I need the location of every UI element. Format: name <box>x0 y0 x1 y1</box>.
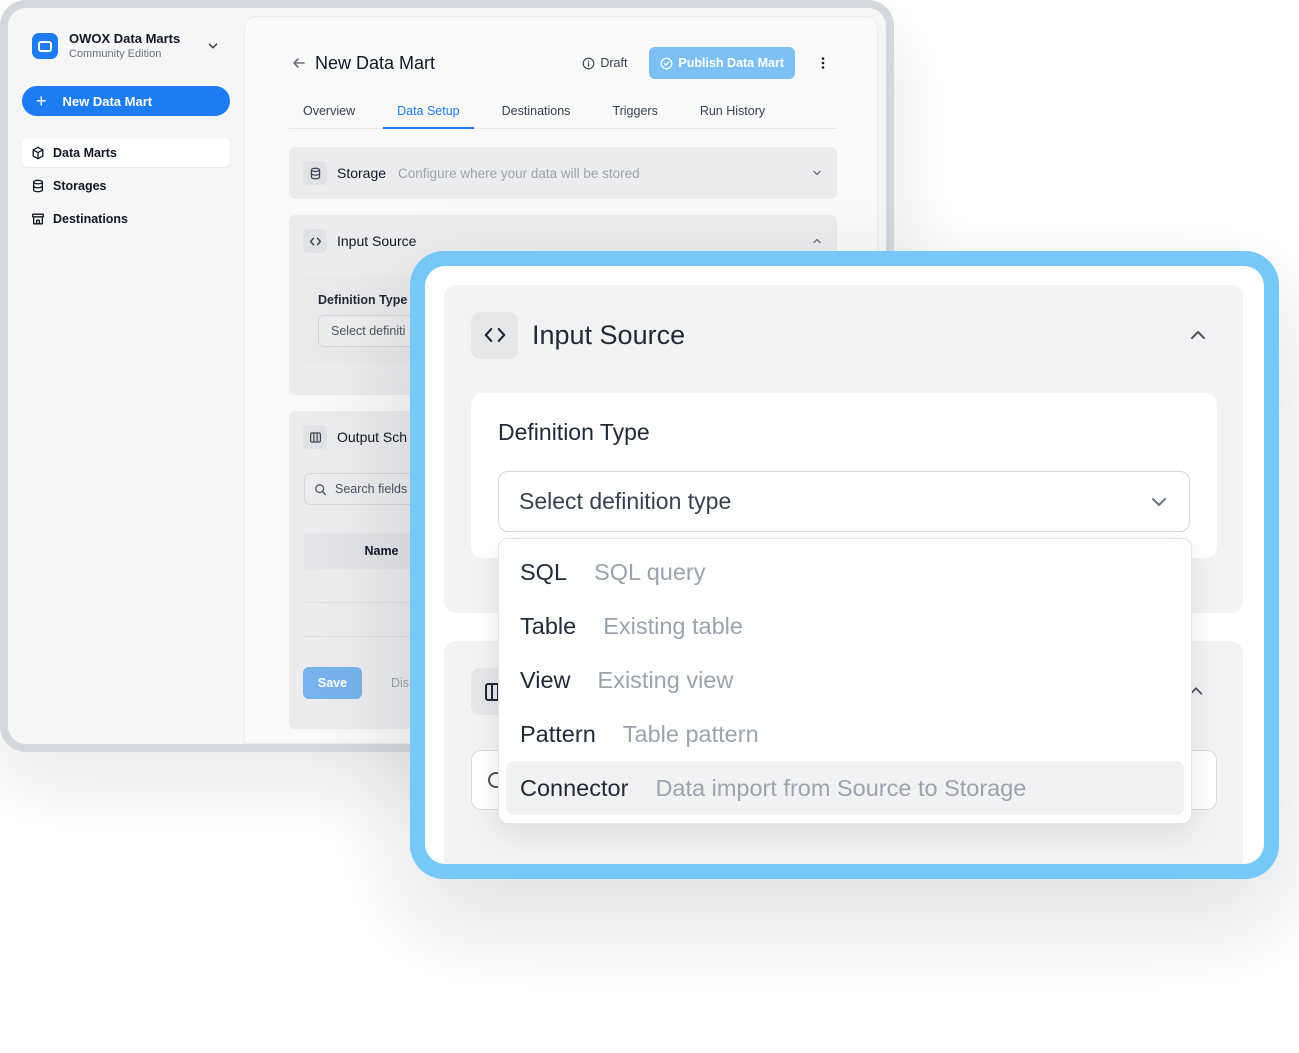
definition-type-label: Definition Type <box>318 293 408 307</box>
check-circle-icon <box>661 57 673 69</box>
option-name: Table <box>520 612 577 639</box>
owox-logo-icon <box>32 33 58 59</box>
table-row <box>304 569 424 603</box>
tab-bar: Overview Data Setup Destinations Trigger… <box>289 93 837 129</box>
storage-panel[interactable]: Storage Configure where your data will b… <box>289 147 837 199</box>
option-description: Existing view <box>597 666 734 693</box>
storage-description: Configure where your data will be stored <box>398 165 640 181</box>
option-description: SQL query <box>594 558 706 585</box>
chevron-up-icon[interactable] <box>1188 325 1208 345</box>
tab-triggers[interactable]: Triggers <box>598 93 671 129</box>
sidebar-item-data-marts[interactable]: Data Marts <box>22 138 230 167</box>
definition-card-zoomed: Definition Type Select definition type <box>471 393 1217 558</box>
option-name: SQL <box>520 558 568 585</box>
plus-icon: + <box>36 91 47 111</box>
search-icon <box>315 483 327 495</box>
save-button[interactable]: Save <box>303 667 362 699</box>
select-placeholder: Select definition type <box>519 488 732 514</box>
input-source-title: Input Source <box>532 319 686 350</box>
option-description: Table pattern <box>622 720 759 747</box>
more-vertical-icon[interactable] <box>815 55 831 71</box>
tab-destinations[interactable]: Destinations <box>488 93 585 129</box>
table-row <box>304 603 424 637</box>
tab-run-history[interactable]: Run History <box>686 93 779 129</box>
chevron-down-icon <box>208 43 218 49</box>
new-data-mart-label: New Data Mart <box>62 93 153 109</box>
columns-icon <box>303 425 327 449</box>
publish-label: Publish Data Mart <box>678 56 784 70</box>
zoom-callout: Input Source Definition Type Select defi… <box>425 266 1264 864</box>
input-source-title: Input Source <box>337 233 417 249</box>
sidebar-item-storages[interactable]: Storages <box>22 171 230 200</box>
status-label: Draft <box>600 56 628 70</box>
column-header-name: Name <box>304 533 424 569</box>
new-data-mart-button[interactable]: + New Data Mart <box>22 86 230 116</box>
option-view[interactable]: View Existing view <box>506 653 1184 707</box>
code-icon <box>303 229 327 253</box>
option-name: Pattern <box>520 720 596 747</box>
definition-type-select[interactable]: Select definition type <box>498 471 1190 532</box>
database-icon <box>303 161 327 185</box>
app-name: OWOX Data Marts <box>69 31 181 46</box>
tab-overview[interactable]: Overview <box>289 93 369 129</box>
option-name: Connector <box>520 774 629 801</box>
output-schema-title: Output Sch <box>337 429 408 445</box>
zoom-callout-frame: Input Source Definition Type Select defi… <box>410 251 1279 879</box>
code-icon <box>471 311 518 359</box>
workspace-switcher[interactable]: OWOX Data Marts Community Edition <box>22 24 230 68</box>
store-icon <box>32 213 44 224</box>
option-connector[interactable]: Connector Data import from Source to Sto… <box>506 761 1184 815</box>
tab-data-setup[interactable]: Data Setup <box>383 93 474 129</box>
arrow-left-icon[interactable] <box>291 55 307 71</box>
input-source-header-zoomed[interactable]: Input Source <box>471 311 1216 359</box>
option-description: Data import from Source to Storage <box>655 774 1027 801</box>
option-name: View <box>520 666 571 693</box>
app-edition: Community Edition <box>69 48 162 60</box>
option-sql[interactable]: SQL SQL query <box>506 545 1184 599</box>
info-circle-icon <box>582 57 595 69</box>
page-header: New Data Mart Draft Publish Data Mart <box>291 45 831 81</box>
storage-panel-header: Storage Configure where your data will b… <box>289 147 837 199</box>
cube-icon <box>32 146 44 159</box>
discard-button[interactable]: Dis <box>391 667 409 699</box>
page-title: New Data Mart <box>315 52 436 73</box>
storage-title: Storage <box>337 165 387 181</box>
option-pattern[interactable]: Pattern Table pattern <box>506 707 1184 761</box>
definition-type-label: Definition Type <box>498 419 650 445</box>
definition-type-dropdown: SQL SQL query Table Existing table View … <box>498 538 1192 824</box>
sidebar-item-destinations[interactable]: Destinations <box>22 204 230 233</box>
option-table[interactable]: Table Existing table <box>506 599 1184 653</box>
sidebar-item-label: Storages <box>53 178 107 193</box>
sidebar-nav: Data Marts Storages Destinations <box>22 138 230 233</box>
chevron-down-icon <box>813 170 821 176</box>
chevron-up-icon <box>813 238 821 244</box>
status-badge: Draft <box>582 56 627 70</box>
sidebar-item-label: Destinations <box>53 211 129 226</box>
brand-text: OWOX Data Marts Community Edition <box>69 31 206 61</box>
search-placeholder: Search fields <box>335 482 408 496</box>
option-description: Existing table <box>603 612 743 639</box>
sidebar-item-label: Data Marts <box>53 145 117 160</box>
publish-button[interactable]: Publish Data Mart <box>649 47 795 79</box>
sidebar: OWOX Data Marts Community Edition + New … <box>8 8 244 744</box>
chevron-down-icon <box>1152 497 1166 506</box>
database-icon <box>32 179 44 192</box>
